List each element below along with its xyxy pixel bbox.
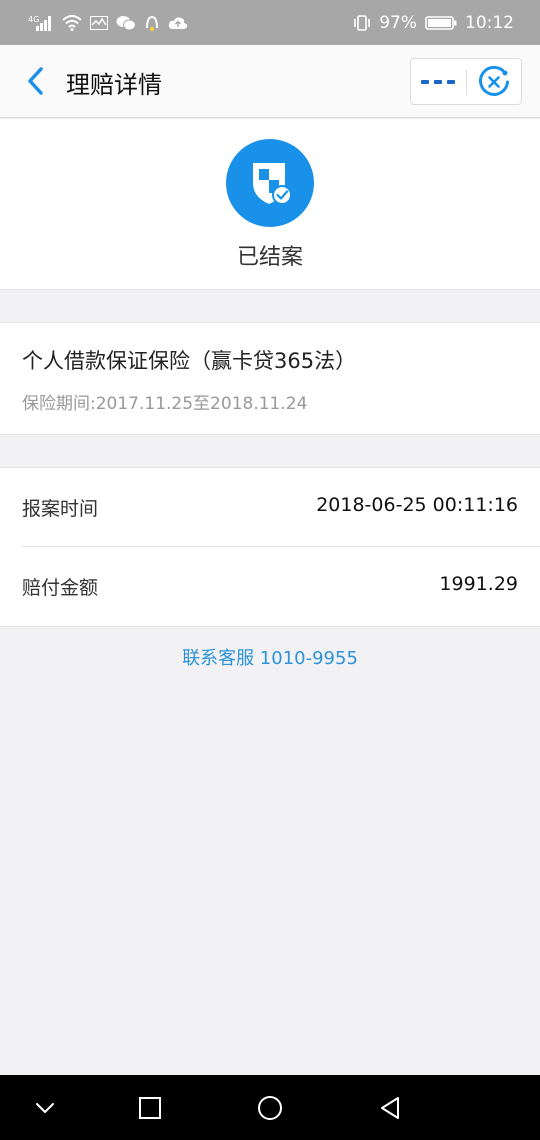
- signal-icon: 4G: [28, 14, 54, 32]
- wifi-icon: [62, 14, 82, 31]
- more-dots-icon: [421, 79, 456, 84]
- nav-home-button[interactable]: [248, 1089, 292, 1127]
- shield-check-icon: [226, 139, 314, 227]
- app-notification-icon: [144, 14, 160, 32]
- status-bar-right: 97% 10:12: [353, 13, 514, 33]
- activity-icon: [90, 15, 108, 30]
- nav-recents-button[interactable]: [128, 1089, 172, 1127]
- circle-icon: [258, 1096, 282, 1120]
- status-bar-left: 4G: [28, 14, 188, 32]
- claim-details-card: 报案时间 2018-06-25 00:11:16 赔付金额 1991.29: [0, 467, 540, 627]
- claim-status-text: 已结案: [236, 245, 303, 270]
- policy-period: 保险期间:2017.11.25至2018.11.24: [22, 394, 308, 414]
- cloud-upload-icon: [168, 16, 188, 30]
- battery-percent: 97%: [379, 12, 417, 33]
- nav-header: 理赔详情: [0, 45, 540, 118]
- contact-support-link[interactable]: 联系客服 1010-9955: [0, 644, 540, 670]
- page-title: 理赔详情: [66, 71, 162, 99]
- square-icon: [139, 1097, 161, 1119]
- system-nav-bar: [0, 1075, 540, 1140]
- report-time-label: 报案时间: [22, 498, 99, 520]
- payout-amount-value: 1991.29: [439, 573, 518, 595]
- vibrate-icon: [353, 14, 371, 31]
- close-circle-icon: [478, 65, 509, 96]
- policy-card: 个人借款保证保险（赢卡贷365法） 保险期间:2017.11.25至2018.1…: [0, 322, 540, 435]
- status-bar: 4G 97% 10:12: [0, 0, 540, 45]
- chevron-left-icon: [28, 67, 43, 95]
- nav-back-button[interactable]: [368, 1089, 412, 1127]
- payout-amount-label: 赔付金额: [22, 577, 99, 599]
- policy-name: 个人借款保证保险（赢卡贷365法）: [22, 349, 357, 373]
- chevron-down-icon: [36, 1103, 54, 1113]
- claim-status-card: 已结案: [0, 119, 540, 290]
- more-button[interactable]: [411, 59, 466, 104]
- close-button[interactable]: [466, 59, 521, 104]
- mini-program-capsule: [410, 58, 522, 105]
- detail-row-payout-amount: 赔付金额 1991.29: [0, 547, 540, 625]
- nav-collapse-button[interactable]: [23, 1089, 67, 1127]
- battery-icon: [425, 15, 457, 31]
- back-button[interactable]: [18, 63, 54, 99]
- wechat-icon: [116, 15, 136, 31]
- report-time-value: 2018-06-25 00:11:16: [316, 494, 518, 516]
- svg-text:4G: 4G: [28, 15, 39, 24]
- detail-row-report-time: 报案时间 2018-06-25 00:11:16: [0, 468, 540, 547]
- clock: 10:12: [465, 12, 514, 33]
- triangle-back-icon: [381, 1097, 399, 1119]
